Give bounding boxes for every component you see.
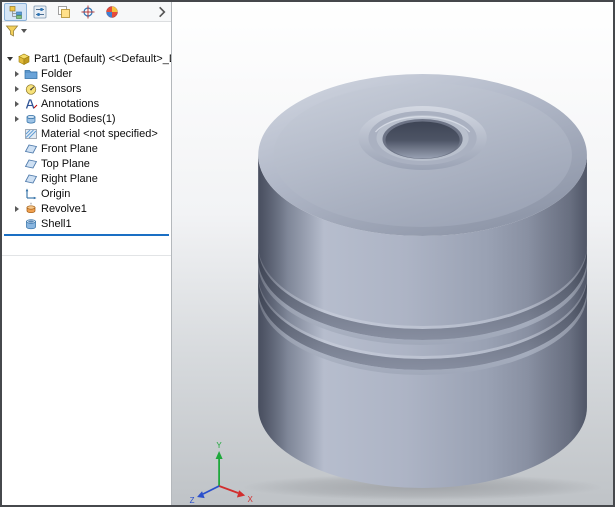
solid-bodies-icon [24, 112, 38, 126]
tree-item-label: Revolve1 [41, 203, 87, 215]
tab-overflow-button[interactable] [156, 5, 168, 19]
triad-y-label: Y [216, 441, 222, 450]
origin-icon [24, 187, 38, 201]
tree-item-annotations[interactable]: Annotations [2, 96, 171, 111]
tree-item-label: Right Plane [41, 173, 98, 185]
tree-item-label: Part1 (Default) <<Default>_Display S [34, 53, 171, 65]
tree-item-folder[interactable]: Folder [2, 66, 171, 81]
tree-item-front-plane[interactable]: Front Plane [2, 141, 171, 156]
tab-dimxpertmanager[interactable] [76, 3, 99, 21]
plane-icon [24, 157, 38, 171]
expand-arrow-icon[interactable] [15, 206, 19, 212]
collapse-arrow-icon[interactable] [7, 57, 13, 61]
propertymanager-tab-icon [33, 5, 47, 19]
part-icon [17, 52, 31, 66]
tree-item-origin[interactable]: Origin [2, 186, 171, 201]
expand-arrow-icon[interactable] [15, 116, 19, 122]
tree-item-top-plane[interactable]: Top Plane [2, 156, 171, 171]
revolve-icon [24, 202, 38, 216]
tree-item-label: Annotations [41, 98, 99, 110]
featuremanager-tab-icon [9, 5, 23, 19]
viewport-3d[interactable]: Y X Z [172, 2, 613, 505]
chevron-right-icon [155, 5, 169, 19]
filter-funnel-icon [5, 24, 19, 38]
feature-manager-panel: Part1 (Default) <<Default>_Display S Fol… [2, 2, 172, 505]
tree-item-shell1[interactable]: Shell1 [2, 216, 171, 231]
hole-interior[interactable] [385, 122, 459, 159]
tree-item-label: Top Plane [41, 158, 90, 170]
tree-item-solid-bodies[interactable]: Solid Bodies(1) [2, 111, 171, 126]
plane-icon [24, 172, 38, 186]
triad-x-label: X [248, 495, 254, 504]
tree-item-label: Folder [41, 68, 72, 80]
solidworks-window: Part1 (Default) <<Default>_Display S Fol… [0, 0, 615, 507]
dimxpertmanager-tab-icon [81, 5, 95, 19]
plane-icon [24, 142, 38, 156]
tree-item-part-root[interactable]: Part1 (Default) <<Default>_Display S [2, 51, 171, 66]
expand-arrow-icon[interactable] [15, 101, 19, 107]
tree-item-label: Origin [41, 188, 70, 200]
configurationmanager-tab-icon [57, 5, 71, 19]
annotations-icon [24, 97, 38, 111]
tab-displaymanager[interactable] [100, 3, 123, 21]
folder-icon [24, 67, 38, 81]
feature-tree: Part1 (Default) <<Default>_Display S Fol… [2, 39, 171, 236]
tab-propertymanager[interactable] [28, 3, 51, 21]
tree-item-label: Shell1 [41, 218, 72, 230]
tree-item-label: Sensors [41, 83, 81, 95]
expand-arrow-icon[interactable] [15, 71, 19, 77]
material-icon [24, 127, 38, 141]
panel-splitter[interactable] [2, 255, 171, 256]
expand-arrow-icon[interactable] [15, 86, 19, 92]
tab-featuremanager[interactable] [4, 3, 27, 21]
displaymanager-tab-icon [105, 5, 119, 19]
tree-item-material[interactable]: Material <not specified> [2, 126, 171, 141]
filter-row[interactable] [2, 22, 171, 39]
tree-item-right-plane[interactable]: Right Plane [2, 171, 171, 186]
panel-tab-bar [2, 2, 171, 22]
tree-item-sensors[interactable]: Sensors [2, 81, 171, 96]
part-model[interactable] [258, 74, 587, 488]
rollback-bar[interactable] [4, 234, 169, 236]
shell-icon [24, 217, 38, 231]
tab-configurationmanager[interactable] [52, 3, 75, 21]
tree-item-label: Solid Bodies(1) [41, 113, 116, 125]
sensors-icon [24, 82, 38, 96]
tree-item-label: Material <not specified> [41, 128, 158, 140]
tree-item-label: Front Plane [41, 143, 98, 155]
viewport-canvas[interactable]: Y X Z [172, 2, 613, 505]
filter-dropdown-caret-icon[interactable] [21, 29, 27, 33]
triad-z-label: Z [190, 496, 195, 505]
tree-item-revolve1[interactable]: Revolve1 [2, 201, 171, 216]
